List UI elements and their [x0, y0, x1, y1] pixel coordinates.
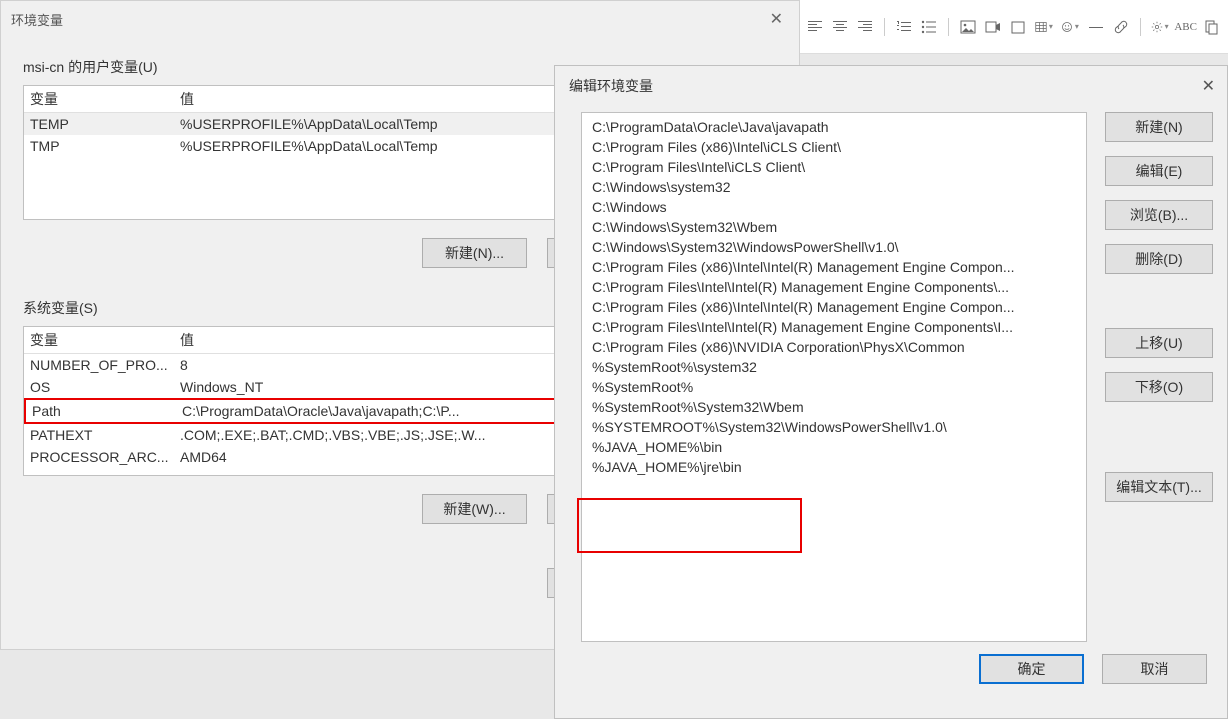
col-name-header: 变量: [30, 89, 180, 109]
side-buttons-panel: 新建(N) 编辑(E) 浏览(B)... 删除(D) 上移(U) 下移(O) 编…: [1105, 112, 1213, 642]
list-item[interactable]: C:\Program Files (x86)\Intel\Intel(R) Ma…: [582, 297, 1086, 317]
edit-text-button[interactable]: 编辑文本(T)...: [1105, 472, 1213, 502]
browse-button[interactable]: 浏览(B)...: [1105, 200, 1213, 230]
dialog-titlebar: 环境变量 ✕: [1, 1, 799, 37]
move-up-button[interactable]: 上移(U): [1105, 328, 1213, 358]
list-item[interactable]: %SystemRoot%: [582, 377, 1086, 397]
calendar-icon[interactable]: [1010, 18, 1027, 36]
table-icon[interactable]: [1035, 18, 1053, 36]
path-list[interactable]: C:\ProgramData\Oracle\Java\javapath C:\P…: [581, 112, 1087, 642]
list-item[interactable]: C:\Windows\System32\Wbem: [582, 217, 1086, 237]
editor-toolbar: ABC: [798, 0, 1228, 54]
list-item[interactable]: C:\Windows: [582, 197, 1086, 217]
list-item[interactable]: %JAVA_HOME%\jre\bin: [582, 457, 1086, 477]
list-item[interactable]: C:\Program Files\Intel\iCLS Client\: [582, 157, 1086, 177]
align-left-icon[interactable]: [806, 18, 823, 36]
emoji-icon[interactable]: [1061, 18, 1079, 36]
list-item[interactable]: C:\Program Files (x86)\Intel\iCLS Client…: [582, 137, 1086, 157]
align-center-icon[interactable]: [831, 18, 848, 36]
image-icon[interactable]: [959, 18, 976, 36]
edit-path-button[interactable]: 编辑(E): [1105, 156, 1213, 186]
edit-cancel-button[interactable]: 取消: [1102, 654, 1207, 684]
gear-icon[interactable]: [1151, 18, 1169, 36]
list-item[interactable]: C:\Windows\System32\WindowsPowerShell\v1…: [582, 237, 1086, 257]
list-ordered-icon[interactable]: [895, 18, 912, 36]
java-home-highlight: [577, 498, 802, 553]
move-down-button[interactable]: 下移(O): [1105, 372, 1213, 402]
close-icon[interactable]: ✕: [764, 9, 789, 29]
list-item[interactable]: C:\Program Files (x86)\Intel\Intel(R) Ma…: [582, 257, 1086, 277]
dialog-titlebar: 编辑环境变量 ✕: [555, 66, 1227, 112]
align-right-icon[interactable]: [857, 18, 874, 36]
list-item[interactable]: C:\Program Files (x86)\NVIDIA Corporatio…: [582, 337, 1086, 357]
delete-path-button[interactable]: 删除(D): [1105, 244, 1213, 274]
paste-icon[interactable]: [1203, 18, 1220, 36]
edit-path-dialog: 编辑环境变量 ✕ C:\ProgramData\Oracle\Java\java…: [554, 65, 1228, 719]
new-user-var-button[interactable]: 新建(N)...: [422, 238, 527, 268]
list-item[interactable]: C:\Program Files\Intel\Intel(R) Manageme…: [582, 277, 1086, 297]
video-icon[interactable]: [984, 18, 1001, 36]
new-sys-var-button[interactable]: 新建(W)...: [422, 494, 527, 524]
dialog-title: 环境变量: [11, 10, 63, 29]
list-item[interactable]: C:\Windows\system32: [582, 177, 1086, 197]
spellcheck-icon[interactable]: ABC: [1177, 18, 1195, 36]
list-bullet-icon[interactable]: [920, 18, 937, 36]
list-item[interactable]: C:\Program Files\Intel\Intel(R) Manageme…: [582, 317, 1086, 337]
list-item[interactable]: %SystemRoot%\system32: [582, 357, 1086, 377]
edit-ok-button[interactable]: 确定: [979, 654, 1084, 684]
list-item[interactable]: C:\ProgramData\Oracle\Java\javapath: [582, 117, 1086, 137]
horizontal-rule-icon[interactable]: [1087, 18, 1104, 36]
list-item[interactable]: %JAVA_HOME%\bin: [582, 437, 1086, 457]
link-icon[interactable]: [1112, 18, 1129, 36]
list-item[interactable]: %SYSTEMROOT%\System32\WindowsPowerShell\…: [582, 417, 1086, 437]
list-item[interactable]: %SystemRoot%\System32\Wbem: [582, 397, 1086, 417]
dialog-title: 编辑环境变量: [569, 76, 653, 96]
close-icon[interactable]: ✕: [1202, 76, 1215, 96]
new-path-button[interactable]: 新建(N): [1105, 112, 1213, 142]
